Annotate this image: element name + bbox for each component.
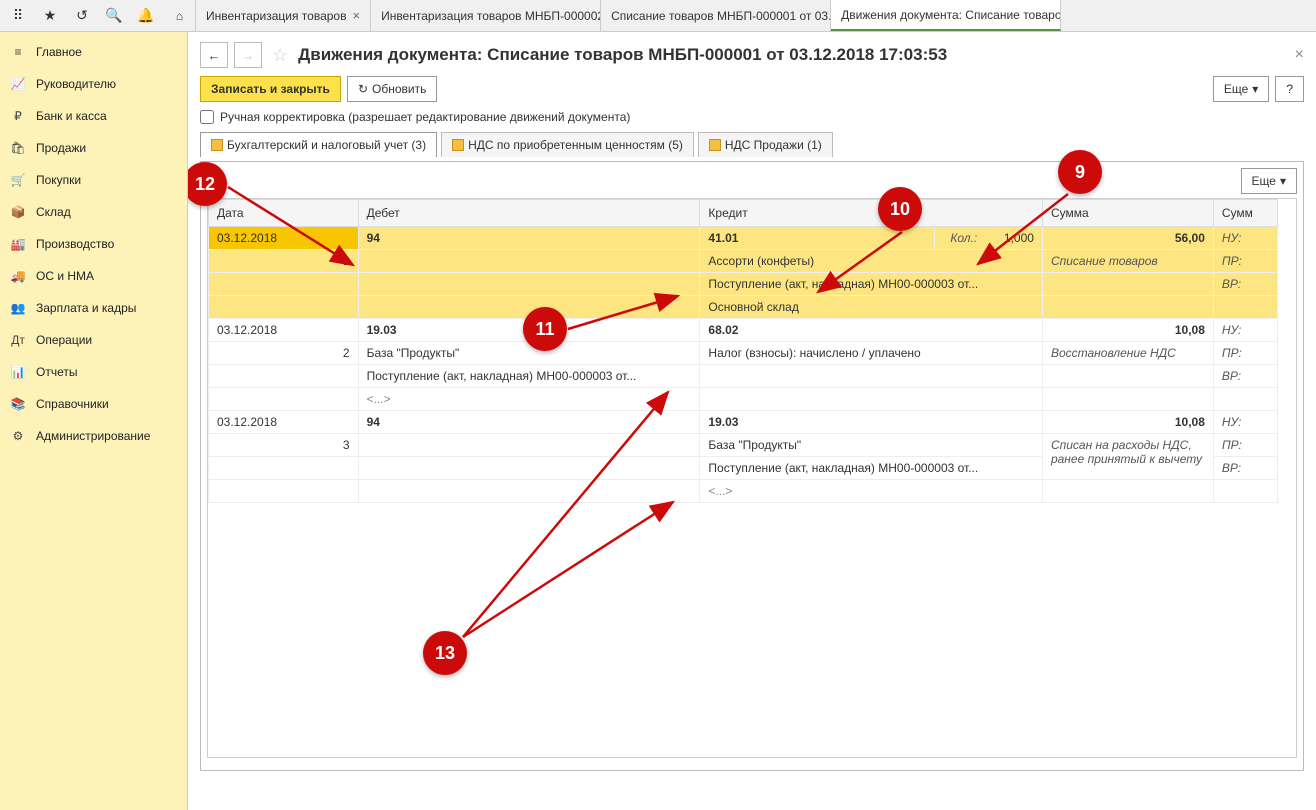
refresh-icon: ↻ <box>358 82 368 96</box>
tab-icon <box>211 139 223 151</box>
col-credit[interactable]: Кредит <box>700 200 1043 227</box>
bell-icon[interactable]: 🔔 <box>134 4 158 28</box>
table-row[interactable]: 03.12.2018 94 41.01 Кол.: 1,000 56,00 НУ… <box>209 227 1278 250</box>
people-icon: 👥 <box>10 300 26 316</box>
table-row[interactable]: 2 База "Продукты" Налог (взносы): начисл… <box>209 342 1278 365</box>
sidebar-item-warehouse[interactable]: 📦Склад <box>0 196 187 228</box>
ruble-icon: ₽ <box>10 108 26 124</box>
menu-icon: ≡ <box>10 44 26 60</box>
tab-inventory[interactable]: Инвентаризация товаров× <box>196 0 371 31</box>
bag-icon: 🛍 <box>10 140 26 156</box>
page-title: Движения документа: Списание товаров МНБ… <box>298 45 1289 65</box>
close-icon[interactable]: × <box>1295 46 1304 64</box>
tab-home[interactable]: ⌂ <box>164 0 196 31</box>
manual-edit-label: Ручная корректировка (разрешает редактир… <box>220 110 630 124</box>
back-button[interactable]: ← <box>200 42 228 68</box>
help-button[interactable]: ? <box>1275 76 1304 102</box>
main-area: ← → ☆ Движения документа: Списание товар… <box>188 32 1316 810</box>
sidebar-item-admin[interactable]: ⚙Администрирование <box>0 420 187 452</box>
callout-11: 11 <box>523 307 567 351</box>
col-date[interactable]: Дата <box>209 200 359 227</box>
forward-button[interactable]: → <box>234 42 262 68</box>
table-row[interactable]: 03.12.2018 19.03 68.02 10,08 НУ: <box>209 319 1278 342</box>
sidebar-item-sales[interactable]: 🛍Продажи <box>0 132 187 164</box>
refresh-button[interactable]: ↻Обновить <box>347 76 437 102</box>
sidebar-item-bank[interactable]: ₽Банк и касса <box>0 100 187 132</box>
sidebar-item-purchases[interactable]: 🛒Покупки <box>0 164 187 196</box>
search-icon[interactable]: 🔍 <box>102 4 126 28</box>
close-icon[interactable]: × <box>352 8 360 23</box>
history-icon[interactable]: ↺ <box>70 4 94 28</box>
table-row[interactable]: 3 База "Продукты" Списан на расходы НДС,… <box>209 434 1278 457</box>
sidebar-item-assets[interactable]: 🚚ОС и НМА <box>0 260 187 292</box>
manual-edit-checkbox[interactable] <box>200 110 214 124</box>
tab-inventory-doc[interactable]: Инвентаризация товаров МНБП-000002 о...× <box>371 0 601 31</box>
more-button-inner[interactable]: Еще▾ <box>1241 168 1297 194</box>
sidebar-item-reports[interactable]: 📊Отчеты <box>0 356 187 388</box>
col-debit[interactable]: Дебет <box>358 200 700 227</box>
table-row[interactable]: Поступление (акт, накладная) МН00-000003… <box>209 273 1278 296</box>
more-button[interactable]: Еще▾ <box>1213 76 1269 102</box>
favorite-icon[interactable]: ☆ <box>272 45 288 66</box>
sidebar-item-main[interactable]: ≡Главное <box>0 36 187 68</box>
tab-icon <box>709 139 721 151</box>
sidebar-item-catalog[interactable]: 📚Справочники <box>0 388 187 420</box>
dtkt-icon: Дт <box>10 332 26 348</box>
box-icon: 📦 <box>10 204 26 220</box>
sidebar-item-hr[interactable]: 👥Зарплата и кадры <box>0 292 187 324</box>
callout-13: 13 <box>423 631 467 675</box>
star-icon[interactable]: ★ <box>38 4 62 28</box>
chart-icon: 📈 <box>10 76 26 92</box>
apps-icon[interactable]: ⠿ <box>6 4 30 28</box>
callout-10: 10 <box>878 187 922 231</box>
entries-table: Дата Дебет Кредит Сумма Сумм 03.12.2018 … <box>207 198 1297 758</box>
table-row[interactable]: <...> <box>209 480 1278 503</box>
subtab-vat-sales[interactable]: НДС Продажи (1) <box>698 132 833 157</box>
callout-9: 9 <box>1058 150 1102 194</box>
tab-icon <box>452 139 464 151</box>
table-row[interactable]: 03.12.2018 94 19.03 10,08 НУ: <box>209 411 1278 434</box>
table-row[interactable]: Поступление (акт, накладная) МН00-000003… <box>209 365 1278 388</box>
table-row[interactable]: 1 Ассорти (конфеты) Списание товаров ПР: <box>209 250 1278 273</box>
sidebar-item-production[interactable]: 🏭Производство <box>0 228 187 260</box>
chevron-down-icon: ▾ <box>1252 82 1258 96</box>
save-close-button[interactable]: Записать и закрыть <box>200 76 341 102</box>
table-row[interactable]: Основной склад <box>209 296 1278 319</box>
sidebar-item-manager[interactable]: 📈Руководителю <box>0 68 187 100</box>
gear-icon: ⚙ <box>10 428 26 444</box>
table-row[interactable]: <...> <box>209 388 1278 411</box>
toolbar-icons: ⠿ ★ ↺ 🔍 🔔 <box>0 0 164 31</box>
col-sumnu[interactable]: Сумм <box>1213 200 1277 227</box>
tab-writeoff[interactable]: Списание товаров МНБП-000001 от 03.1...× <box>601 0 831 31</box>
chevron-down-icon: ▾ <box>1280 174 1286 188</box>
subtab-accounting[interactable]: Бухгалтерский и налоговый учет (3) <box>200 132 437 157</box>
tabs-bar: ⌂ Инвентаризация товаров× Инвентаризация… <box>164 0 1316 31</box>
factory-icon: 🏭 <box>10 236 26 252</box>
tab-movements[interactable]: Движения документа: Списание товаров...× <box>831 0 1061 31</box>
cart-icon: 🛒 <box>10 172 26 188</box>
sidebar-item-operations[interactable]: ДтОперации <box>0 324 187 356</box>
truck-icon: 🚚 <box>10 268 26 284</box>
bars-icon: 📊 <box>10 364 26 380</box>
col-sum[interactable]: Сумма <box>1042 200 1213 227</box>
book-icon: 📚 <box>10 396 26 412</box>
subtab-vat-purchase[interactable]: НДС по приобретенным ценностям (5) <box>441 132 694 157</box>
sidebar: ≡Главное 📈Руководителю ₽Банк и касса 🛍Пр… <box>0 32 188 810</box>
topbar: ⠿ ★ ↺ 🔍 🔔 ⌂ Инвентаризация товаров× Инве… <box>0 0 1316 32</box>
